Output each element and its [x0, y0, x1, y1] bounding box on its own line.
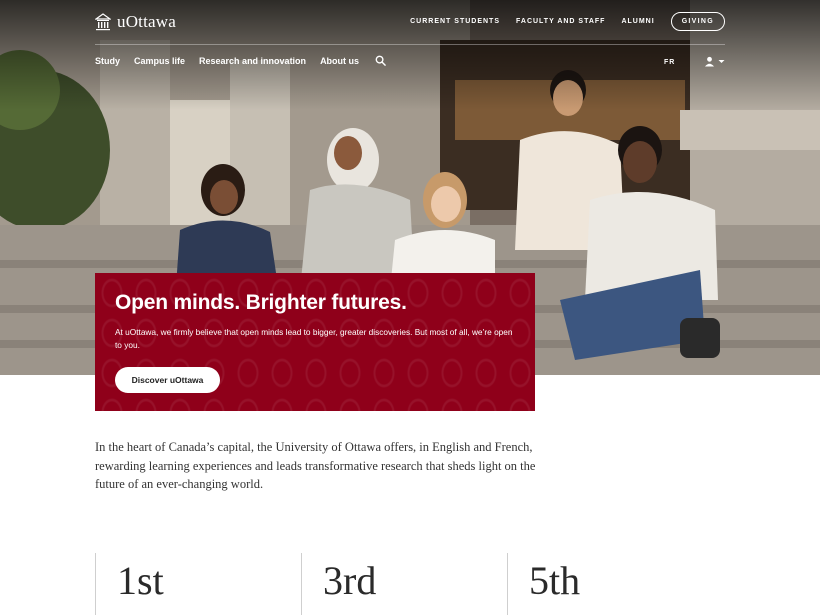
nav-about-us[interactable]: About us [320, 56, 359, 66]
stat-number: 1st [117, 558, 164, 603]
hero-promo-card: Open minds. Brighter futures. At uOttawa… [95, 273, 535, 411]
util-link-alumni[interactable]: ALUMNI [621, 18, 654, 25]
search-icon[interactable] [375, 55, 386, 66]
account-menu[interactable] [704, 56, 725, 67]
stat-number: 3rd [323, 558, 377, 603]
user-icon [705, 56, 714, 67]
main-nav: Study Campus life Research and innovatio… [95, 55, 386, 66]
university-building-icon [95, 13, 111, 31]
header-divider [95, 44, 725, 45]
giving-button[interactable]: GIVING [670, 12, 725, 31]
stats-row: 1st 3rd 5th [95, 553, 735, 615]
caret-down-icon [718, 60, 725, 63]
hero-headline: Open minds. Brighter futures. [115, 291, 407, 314]
nav-research-innovation[interactable]: Research and innovation [199, 56, 306, 66]
stat-number: 5th [529, 558, 581, 603]
util-link-current-students[interactable]: CURRENT STUDENTS [410, 18, 500, 25]
nav-campus-life[interactable]: Campus life [134, 56, 185, 66]
logo-link[interactable]: uOttawa [95, 12, 176, 32]
intro-paragraph: In the heart of Canada’s capital, the Un… [95, 440, 536, 491]
logo-text: uOttawa [117, 12, 176, 31]
nav-study[interactable]: Study [95, 56, 120, 66]
hero-body: At uOttawa, we firmly believe that open … [115, 327, 513, 350]
discover-button[interactable]: Discover uOttawa [115, 367, 220, 393]
stat-item: 3rd [301, 553, 507, 615]
util-link-faculty-staff[interactable]: FACULTY AND STAFF [516, 18, 605, 25]
stat-item: 1st [95, 553, 301, 615]
site-header: uOttawa CURRENT STUDENTS FACULTY AND STA… [0, 0, 820, 80]
language-toggle[interactable]: FR [664, 59, 675, 66]
utility-nav: CURRENT STUDENTS FACULTY AND STAFF ALUMN… [410, 12, 725, 31]
stat-item: 5th [507, 553, 713, 615]
